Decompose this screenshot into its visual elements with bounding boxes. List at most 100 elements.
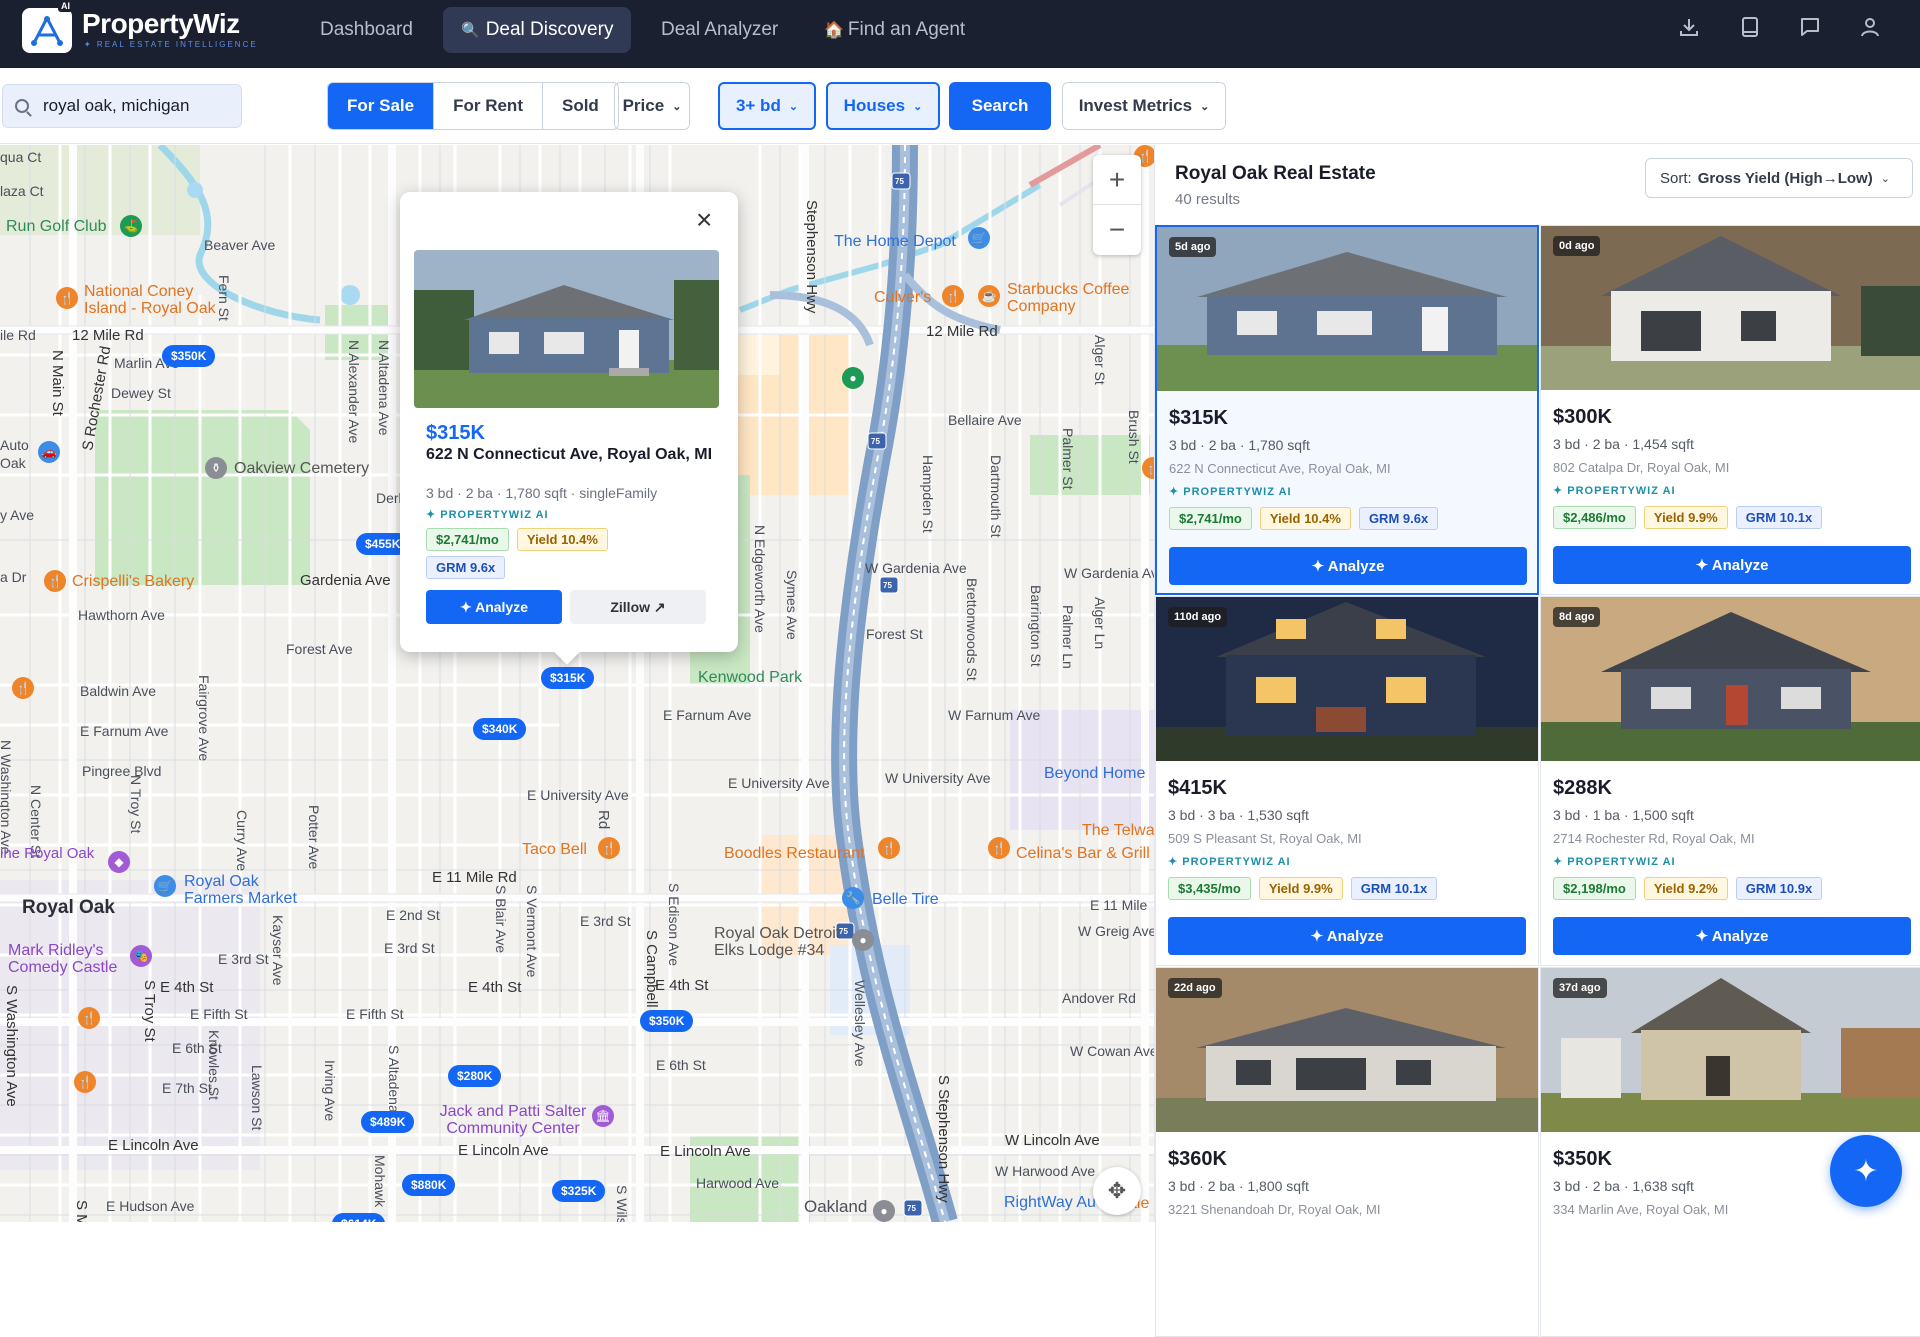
poi-label[interactable]: The Telwa [1082, 822, 1154, 839]
coffee-icon[interactable]: ☕ [978, 285, 1000, 307]
location-search-input[interactable] [43, 96, 223, 116]
price-marker[interactable]: $880K [402, 1174, 456, 1196]
for-sale-tab[interactable]: For Sale [328, 83, 435, 129]
poi-label[interactable]: Run Golf Club [6, 218, 107, 235]
restaurant-icon[interactable]: 🍴 [942, 285, 964, 307]
poi-label[interactable]: Celina's Bar & Grill [1016, 845, 1150, 862]
tablet-icon[interactable] [1737, 16, 1763, 42]
market-icon[interactable]: 🛒 [154, 875, 176, 897]
price-marker[interactable]: $315K [541, 667, 595, 689]
poi-label[interactable]: Culver's [874, 289, 931, 306]
zoom-in-button[interactable]: + [1093, 155, 1141, 205]
place-icon[interactable]: ● [873, 1200, 895, 1222]
restaurant-icon[interactable]: 🍴 [988, 837, 1010, 859]
poi-label[interactable]: Taco Bell [522, 841, 587, 858]
street-label: Rd [595, 810, 612, 830]
poi-label[interactable]: Kenwood Park [698, 669, 802, 686]
street-label: W Lincoln Ave [1005, 1132, 1100, 1149]
location-pin-icon[interactable]: ● [842, 367, 864, 389]
search-button[interactable]: Search [949, 82, 1051, 130]
sparkle-icon: ✦ [1853, 1154, 1879, 1188]
tire-shop-icon[interactable]: 🔧 [842, 887, 864, 909]
price-marker[interactable]: $280K [448, 1065, 502, 1087]
poi-label[interactable]: Crispelli's Bakery [72, 573, 194, 590]
cemetery-icon[interactable]: ⚱ [205, 457, 227, 479]
app-logo[interactable] [22, 8, 72, 53]
nav-deal-analyzer[interactable]: Deal Analyzer [643, 7, 796, 53]
poi-label[interactable]: Starbucks Coffee Company [1007, 281, 1154, 315]
price-marker[interactable]: $350K [162, 345, 216, 367]
analyze-button[interactable]: ✦ Analyze [1169, 547, 1527, 585]
street-label: Alger St [1092, 335, 1108, 385]
poi-label[interactable]: Oakview Cemetery [234, 460, 369, 477]
restaurant-icon[interactable]: 🍴 [74, 1071, 96, 1093]
analyze-button[interactable]: ✦ Analyze [1553, 546, 1911, 584]
zoom-out-button[interactable]: − [1093, 205, 1141, 255]
nav-find-agent[interactable]: 🏠 Find an Agent [806, 7, 983, 53]
beds-filter-label: 3+ bd [735, 96, 781, 115]
street-label: Irving Ave [322, 1060, 338, 1122]
home-type-filter-dropdown[interactable]: Houses ⌄ [826, 82, 940, 130]
poi-label[interactable]: National Coney Island - Royal Oak [84, 283, 234, 317]
for-rent-tab[interactable]: For Rent [434, 83, 543, 129]
close-icon[interactable]: × [696, 206, 712, 234]
poi-label[interactable]: Boodles Restaurant [724, 845, 865, 862]
golf-icon[interactable]: ⛳ [120, 215, 142, 237]
poi-label[interactable]: Belle Tire [872, 891, 939, 908]
app-name[interactable]: PropertyWiz [82, 8, 240, 40]
poi-label[interactable]: Royal Oak Detroit Elks Lodge #34 [714, 925, 854, 959]
listing-card[interactable]: 8d ago $288K 3 bd · 1 ba · 1,500 sqft 27… [1540, 596, 1920, 966]
analyze-button[interactable]: ✦ Analyze [1553, 917, 1911, 955]
price-marker[interactable]: $340K [473, 718, 527, 740]
poi-label[interactable]: Royal Oak Farmers Market [184, 873, 314, 907]
ai-label: ✦ PROPERTYWIZ AI [1553, 856, 1676, 868]
recenter-button[interactable]: ✥ [1093, 1167, 1141, 1215]
car-icon[interactable]: 🚗 [38, 441, 60, 463]
move-icon: ✥ [1107, 1178, 1127, 1203]
poi-label[interactable]: Jack and Patti Salter Community Center [428, 1103, 598, 1137]
listing-address: 622 N Connecticut Ave, Royal Oak, MI [1169, 461, 1391, 476]
nav-label: Dashboard [320, 19, 413, 40]
street-label: E Fifth St [190, 1006, 248, 1022]
lodge-icon[interactable]: ● [852, 929, 874, 951]
ai-label: ✦ PROPERTYWIZ AI [1168, 856, 1291, 868]
price-marker[interactable]: $614K [332, 1213, 386, 1222]
poi-label[interactable]: RightWay Au [1004, 1194, 1096, 1211]
price-filter-dropdown[interactable]: Price ⌄ [614, 82, 690, 130]
restaurant-icon[interactable]: 🍴 [78, 1007, 100, 1029]
restaurant-icon[interactable]: 🍴 [878, 837, 900, 859]
beds-filter-dropdown[interactable]: 3+ bd ⌄ [718, 82, 816, 130]
sold-tab[interactable]: Sold [543, 83, 618, 129]
user-icon[interactable] [1857, 16, 1883, 42]
restaurant-icon[interactable]: 🍴 [56, 287, 78, 309]
poi-label[interactable]: Beyond Home [1044, 765, 1145, 782]
listing-card[interactable]: 5d ago $315K 3 bd · 2 ba · 1,780 sqft 62… [1155, 225, 1539, 595]
poi-label[interactable]: The Home Depot [834, 233, 956, 250]
street-label: S Troy St [141, 980, 158, 1042]
listing-photo[interactable] [414, 250, 719, 408]
popup-zillow-button[interactable]: Zillow ↗ [570, 590, 706, 624]
download-icon[interactable] [1676, 16, 1702, 42]
analyze-button[interactable]: ✦ Analyze [1168, 917, 1526, 955]
price-marker[interactable]: $325K [552, 1180, 606, 1202]
popup-analyze-button[interactable]: ✦ Analyze [426, 590, 562, 624]
chat-icon[interactable] [1797, 16, 1823, 42]
poi-label[interactable]: Mark Ridley's Comedy Castle [8, 942, 138, 976]
store-icon[interactable]: 🛒 [968, 227, 990, 249]
location-search[interactable] [2, 84, 242, 128]
chevron-down-icon: ⌄ [672, 100, 682, 113]
bakery-icon[interactable]: 🍴 [44, 570, 66, 592]
price-marker[interactable]: $489K [361, 1111, 415, 1133]
invest-metrics-dropdown[interactable]: Invest Metrics ⌄ [1062, 82, 1226, 130]
listing-card[interactable]: 22d ago $360K 3 bd · 2 ba · 1,800 sqft 3… [1155, 967, 1539, 1337]
listing-card[interactable]: 110d ago $415K 3 bd · 3 ba · 1,530 sqft … [1155, 596, 1539, 966]
ai-assistant-button[interactable]: ✦ [1830, 1135, 1902, 1207]
theater-icon[interactable]: ◆ [108, 851, 130, 873]
nav-dashboard[interactable]: Dashboard [302, 7, 431, 53]
listing-card[interactable]: 0d ago $300K 3 bd · 2 ba · 1,454 sqft 80… [1540, 225, 1920, 595]
restaurant-icon[interactable]: 🍴 [598, 837, 620, 859]
price-marker[interactable]: $350K [640, 1010, 694, 1032]
restaurant-icon[interactable]: 🍴 [12, 677, 34, 699]
sort-dropdown[interactable]: Sort: Gross Yield (High→Low) ⌄ [1645, 158, 1913, 198]
nav-deal-discovery[interactable]: 🔍 Deal Discovery [443, 7, 632, 53]
